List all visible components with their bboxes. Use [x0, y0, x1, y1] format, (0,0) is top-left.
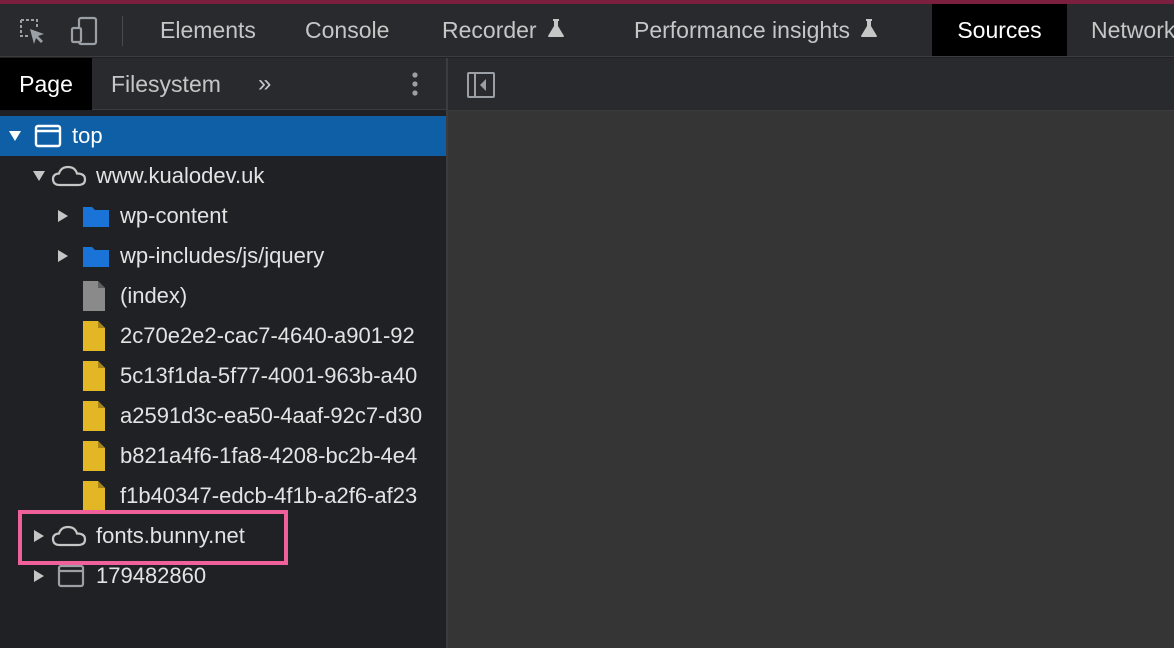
editor-pane: [448, 58, 1174, 648]
tree-item-file[interactable]: 5c13f1da-5f77-4001-963b-a40: [0, 356, 446, 396]
subtab-label: Filesystem: [111, 70, 221, 97]
tab-label: Elements: [160, 17, 256, 43]
tab-performance-insights[interactable]: Performance insights: [634, 4, 878, 56]
tree-item-label: www.kualodev.uk: [96, 163, 265, 188]
folder-icon: [82, 204, 110, 228]
tree-item-label: wp-includes/js/jquery: [120, 243, 325, 268]
flask-icon: [860, 17, 878, 44]
tab-label: Console: [305, 17, 390, 43]
tree-item-label: a2591d3c-ea50-4aaf-92c7-d30: [120, 403, 423, 428]
collapsed-arrow-icon[interactable]: [32, 569, 46, 583]
chevron-double-right-icon: »: [258, 70, 272, 97]
tab-console[interactable]: Console: [305, 4, 390, 56]
editor-toolbar: [448, 58, 1174, 111]
more-tabs-button[interactable]: »: [258, 58, 271, 110]
tree-item-top[interactable]: top: [0, 116, 446, 156]
tree-item-file[interactable]: 2c70e2e2-cac7-4640-a901-92: [0, 316, 446, 356]
collapsed-arrow-icon[interactable]: [56, 249, 70, 263]
tab-label: Performance insights: [634, 17, 851, 43]
tree-item-label: f1b40347-edcb-4f1b-a2f6-af23: [120, 483, 418, 508]
tree-item-label: 2c70e2e2-cac7-4640-a901-92: [120, 323, 415, 348]
subtab-filesystem[interactable]: Filesystem: [111, 58, 221, 110]
kebab-menu-icon[interactable]: [404, 58, 426, 110]
show-navigator-icon[interactable]: [466, 70, 496, 100]
tree-item-label: b821a4f6-1fa8-4208-bc2b-4e4: [120, 443, 418, 468]
inspect-element-icon[interactable]: [14, 4, 50, 56]
script-file-icon: [82, 480, 106, 512]
tab-elements[interactable]: Elements: [160, 4, 256, 56]
devtools-tab-bar: Elements Console Recorder Performance in…: [0, 4, 1174, 57]
tab-label: Sources: [957, 17, 1042, 43]
navigator-tab-bar: Page Filesystem »: [0, 58, 446, 110]
tab-label: Network: [1091, 17, 1174, 43]
script-file-icon: [82, 360, 106, 392]
frame-icon: [34, 124, 62, 148]
flask-icon: [547, 17, 565, 44]
tree-item-folder[interactable]: wp-includes/js/jquery: [0, 236, 446, 276]
tab-label: Recorder: [442, 17, 537, 43]
script-file-icon: [82, 320, 106, 352]
toolbar-separator: [122, 16, 123, 46]
tree-item-file[interactable]: a2591d3c-ea50-4aaf-92c7-d30: [0, 396, 446, 436]
frame-icon: [57, 564, 85, 588]
tree-item-label: wp-content: [120, 203, 228, 228]
script-file-icon: [82, 440, 106, 472]
tree-item-label: top: [72, 123, 103, 148]
device-toolbar-icon[interactable]: [66, 4, 102, 56]
subtab-label: Page: [19, 70, 73, 97]
expanded-arrow-icon[interactable]: [8, 129, 22, 143]
tree-item-label: 179482860: [96, 563, 207, 588]
tab-sources[interactable]: Sources: [932, 4, 1067, 56]
tree-item-domain[interactable]: www.kualodev.uk: [0, 156, 446, 196]
highlight-annotation-box: [18, 510, 288, 565]
tree-item-folder[interactable]: wp-content: [0, 196, 446, 236]
tree-item-file[interactable]: b821a4f6-1fa8-4208-bc2b-4e4: [0, 436, 446, 476]
collapsed-arrow-icon[interactable]: [56, 209, 70, 223]
tree-item-label: 5c13f1da-5f77-4001-963b-a40: [120, 363, 418, 388]
expanded-arrow-icon[interactable]: [32, 169, 46, 183]
tree-item-label: (index): [120, 283, 188, 308]
tab-recorder[interactable]: Recorder: [442, 4, 565, 56]
script-file-icon: [82, 400, 106, 432]
tree-item-file[interactable]: (index): [0, 276, 446, 316]
cloud-icon: [51, 164, 87, 188]
folder-icon: [82, 244, 110, 268]
subtab-page[interactable]: Page: [0, 58, 92, 110]
tab-network[interactable]: Network: [1091, 4, 1174, 56]
document-file-icon: [82, 280, 106, 312]
